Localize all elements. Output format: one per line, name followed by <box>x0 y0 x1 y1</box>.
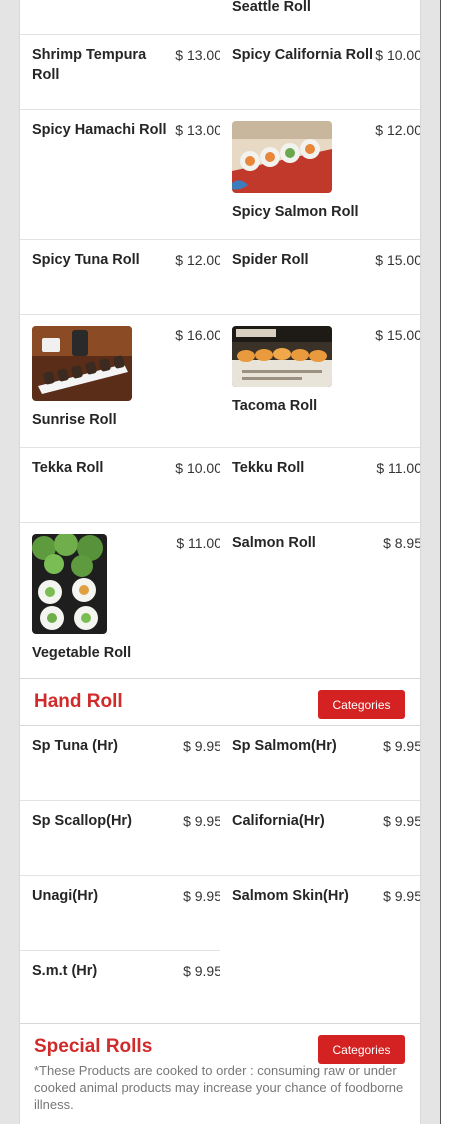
menu-item[interactable]: Salmon Roll $ 8.95 <box>220 523 420 679</box>
item-price: $ 9.95 <box>183 813 220 829</box>
item-price: $ 9.95 <box>183 888 220 904</box>
item-price: $ 11.00 <box>176 535 220 551</box>
item-name: Salmon Roll <box>232 535 316 551</box>
item-price: $ 10.00 <box>375 47 420 63</box>
sidebar-edge <box>440 0 450 1124</box>
item-price: $ 13.00 <box>175 47 220 63</box>
item-price: $ 12.00 <box>175 252 220 268</box>
item-photo <box>32 534 107 634</box>
item-price: $ 15.00 <box>375 252 420 268</box>
item-name: Sunrise Roll <box>32 412 117 428</box>
section-header-hand-roll: Hand Roll Categories <box>20 678 420 726</box>
item-price: $ 9.95 <box>383 738 420 754</box>
menu-item[interactable]: Vegetable Roll $ 11.00 <box>20 523 220 679</box>
item-price: $ 10.00 <box>175 460 220 476</box>
item-name: Tekku Roll <box>232 460 305 476</box>
menu-item[interactable]: Spicy California Roll $ 10.00 <box>220 35 420 110</box>
menu-item[interactable]: Shrimp Tempura Roll $ 13.00 <box>20 35 220 110</box>
menu-item[interactable]: Spicy Hamachi Roll $ 13.00 <box>20 110 220 240</box>
menu-item-spacer <box>20 0 220 35</box>
menu-item[interactable]: Tekka Roll $ 10.00 <box>20 448 220 523</box>
item-price: $ 9.95 <box>183 738 220 754</box>
item-photo <box>232 121 332 193</box>
menu-item[interactable]: Sp Scallop(Hr) $ 9.95 <box>20 801 220 876</box>
allergy-note: *These Products are cooked to order : co… <box>34 1063 404 1112</box>
menu-panel: Seattle Roll Shrimp Tempura Roll $ 13.00… <box>19 0 421 1124</box>
menu-item[interactable]: Spicy Tuna Roll $ 12.00 <box>20 240 220 315</box>
menu-item[interactable]: California(Hr) $ 9.95 <box>220 801 420 876</box>
menu-item[interactable]: Sp Tuna (Hr) $ 9.95 <box>20 726 220 801</box>
item-price: $ 12.00 <box>375 122 420 138</box>
item-price: $ 11.00 <box>376 460 420 476</box>
menu-item[interactable]: Tekku Roll $ 11.00 <box>220 448 420 523</box>
item-photo <box>232 326 332 387</box>
item-price: $ 9.95 <box>383 888 420 904</box>
item-name: Unagi(Hr) <box>32 888 99 904</box>
item-name: Spicy Salmon Roll <box>232 204 359 220</box>
item-photo <box>32 326 132 401</box>
categories-button[interactable]: Categories <box>318 1035 405 1064</box>
menu-item[interactable]: Spicy Salmon Roll $ 12.00 <box>220 110 420 240</box>
item-name: Tekka Roll <box>32 460 104 476</box>
menu-item[interactable]: S.m.t (Hr) $ 9.95 <box>20 951 220 1024</box>
menu-item[interactable]: Sunrise Roll $ 16.00 <box>20 315 220 448</box>
item-price: $ 8.95 <box>383 535 420 551</box>
item-price: $ 9.95 <box>183 963 220 979</box>
item-name: Sp Salmom(Hr) <box>232 738 337 754</box>
item-name: Shrimp Tempura Roll <box>32 47 147 83</box>
menu-item[interactable]: Seattle Roll <box>220 0 420 35</box>
menu-item[interactable]: Tacoma Roll $ 15.00 <box>220 315 420 448</box>
menu-item[interactable]: Sp Salmom(Hr) $ 9.95 <box>220 726 420 801</box>
item-name: Spicy Hamachi Roll <box>32 122 167 138</box>
item-name: California(Hr) <box>232 813 325 829</box>
item-price: $ 15.00 <box>375 327 420 343</box>
menu-item[interactable]: Unagi(Hr) $ 9.95 <box>20 876 220 951</box>
categories-button[interactable]: Categories <box>318 690 405 719</box>
section-header-special-rolls: Special Rolls Categories *These Products… <box>20 1023 420 1124</box>
item-name: Spider Roll <box>232 252 309 268</box>
item-name: Spicy Tuna Roll <box>32 252 140 268</box>
item-name: S.m.t (Hr) <box>32 963 98 979</box>
item-name: Sp Scallop(Hr) <box>32 813 132 829</box>
item-price: $ 13.00 <box>175 122 220 138</box>
section-title: Special Rolls <box>34 1036 153 1057</box>
item-name: Tacoma Roll <box>232 398 318 414</box>
item-price: $ 9.95 <box>383 813 420 829</box>
item-name: Spicy California Roll <box>232 47 373 63</box>
menu-item[interactable]: Salmom Skin(Hr) $ 9.95 <box>220 876 420 951</box>
menu-item[interactable]: Spider Roll $ 15.00 <box>220 240 420 315</box>
item-price: $ 16.00 <box>175 327 220 343</box>
item-name: Sp Tuna (Hr) <box>32 738 118 754</box>
item-name: Vegetable Roll <box>32 645 132 661</box>
item-name: Seattle Roll <box>232 0 311 15</box>
section-title: Hand Roll <box>34 691 123 712</box>
item-name: Salmom Skin(Hr) <box>232 888 349 904</box>
